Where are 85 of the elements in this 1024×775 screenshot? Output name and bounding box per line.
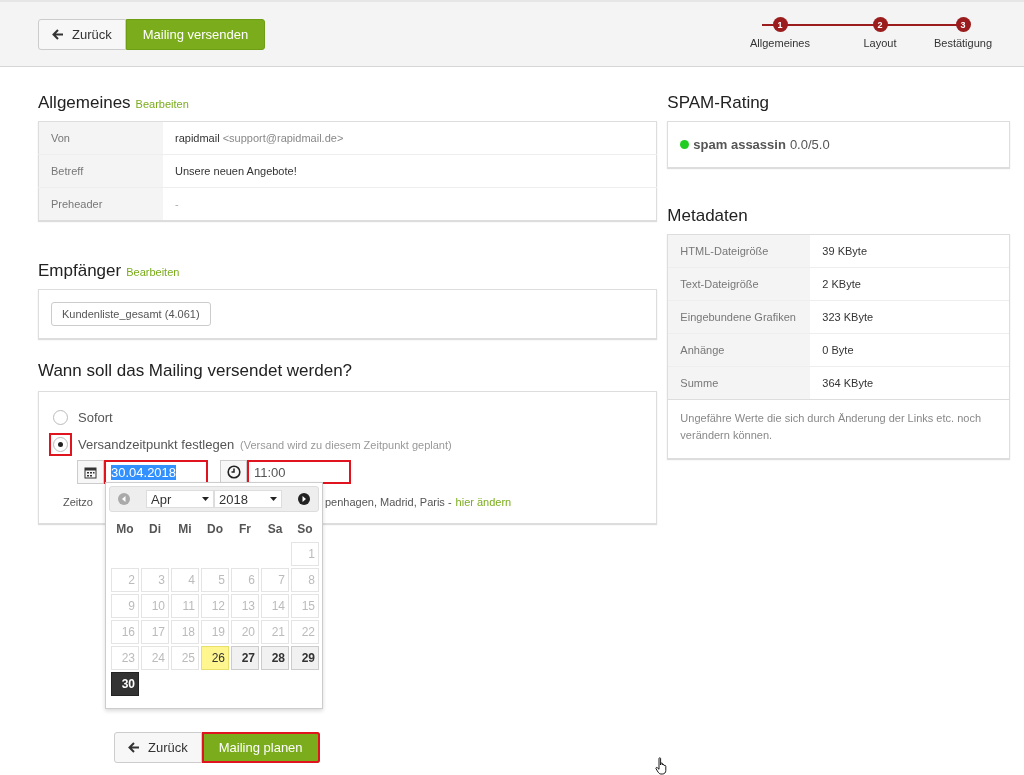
table-cell: rapidmail <support@rapidmail.de> <box>163 121 657 155</box>
calendar-day[interactable]: 29 <box>291 646 319 670</box>
step-label: Allgemeines <box>750 37 810 49</box>
table-label: HTML-Dateigröße <box>668 235 811 268</box>
calendar-day: 2 <box>111 568 139 592</box>
timezone-text: Zeitzo <box>63 496 93 508</box>
table-label: Von <box>38 121 163 155</box>
table-cell: - <box>163 187 657 221</box>
spam-checker-name: spam assassin <box>693 137 786 152</box>
calendar-day: 13 <box>231 594 259 618</box>
table-cell: 2 KByte <box>810 267 1009 301</box>
calendar-day[interactable]: 26 <box>201 646 229 670</box>
weekday-label: Mo <box>115 521 135 538</box>
arrow-left-icon <box>52 28 64 40</box>
table-cell: 364 KByte <box>810 366 1009 399</box>
calendar-day: 10 <box>141 594 169 618</box>
section-title: Allgemeines <box>38 93 131 113</box>
table-label: Eingebundene Grafiken <box>668 300 811 334</box>
table-cell: 39 KByte <box>810 235 1009 268</box>
calendar-day: 21 <box>261 620 289 644</box>
clock-icon[interactable] <box>220 460 247 484</box>
calendar-day: 12 <box>201 594 229 618</box>
metadata-note: Ungefähre Werte die sich durch Änderung der Links etc. noch verändern können. <box>668 399 1009 458</box>
weekday-label: Fr <box>238 521 252 538</box>
weekday-label: Do <box>206 521 224 538</box>
timezone-text: penhagen, Madrid, Paris - <box>325 496 452 508</box>
arrow-left-icon <box>128 742 140 753</box>
calendar-day: 7 <box>261 568 289 592</box>
calendar-day: 22 <box>291 620 319 644</box>
calendar-day: 3 <box>141 568 169 592</box>
calendar-day: 25 <box>171 646 199 670</box>
option-label: Versandzeitpunkt festlegen <box>78 437 235 452</box>
calendar-icon[interactable] <box>77 460 104 484</box>
calendar-day: 20 <box>231 620 259 644</box>
caret-icon <box>202 497 209 501</box>
caret-icon <box>270 497 277 501</box>
radio-button[interactable] <box>49 433 72 456</box>
calendar-day: 11 <box>171 594 199 618</box>
table-label: Summe <box>668 366 811 399</box>
calendar-day[interactable]: 28 <box>261 646 289 670</box>
weekday-label: Sa <box>266 521 284 538</box>
section-title: Metadaten <box>667 206 748 226</box>
back-button[interactable]: Zurück <box>114 732 202 763</box>
step-number: 2 <box>872 17 888 32</box>
calendar-day: 5 <box>201 568 229 592</box>
option-hint: (Versand wird zu diesem Zeitpunkt geplant) <box>240 438 452 451</box>
table-cell: 0 Byte <box>810 333 1009 367</box>
section-title: Empfänger <box>38 261 122 281</box>
calendar-day: 9 <box>111 594 139 618</box>
table-label: Betreff <box>38 154 163 188</box>
table-cell: 323 KByte <box>810 300 1009 334</box>
option-label: Sofort <box>78 410 113 425</box>
year-dropdown[interactable]: 2018 <box>214 490 282 508</box>
calendar-day: 8 <box>291 568 319 592</box>
section-title: Wann soll das Mailing versendet werden? <box>38 361 353 381</box>
weekday-label: Mi <box>177 521 193 538</box>
calendar-day: 16 <box>111 620 139 644</box>
calendar-day: 23 <box>111 646 139 670</box>
back-button[interactable]: Zurück <box>38 18 126 50</box>
weekday-label: So <box>296 521 314 538</box>
spam-score: 0.0/5.0 <box>789 137 830 152</box>
step-number: 1 <box>772 17 788 32</box>
weekday-label: Di <box>148 521 162 538</box>
table-label: Preheader <box>38 187 163 221</box>
calendar-day: 18 <box>171 620 199 644</box>
table-cell: Unsere neuen Angebote! <box>163 154 657 188</box>
recipient-list-tag: Kundenliste_gesamt (4.061) <box>51 302 211 326</box>
calendar-day: 14 <box>261 594 289 618</box>
section-title: SPAM-Rating <box>667 93 770 113</box>
calendar-day: 19 <box>201 620 229 644</box>
calendar-day: 17 <box>141 620 169 644</box>
calendar-day: 15 <box>291 594 319 618</box>
calendar-day: 4 <box>171 568 199 592</box>
table-label: Text-Dateigröße <box>668 267 811 301</box>
calendar-day: 24 <box>141 646 169 670</box>
table-label: Anhänge <box>668 333 811 367</box>
month-dropdown[interactable]: Apr <box>146 490 214 508</box>
step-label: Bestätigung <box>933 37 993 49</box>
next-month-icon[interactable] <box>298 493 310 505</box>
step-label: Layout <box>863 37 897 49</box>
step-number: 3 <box>955 17 971 32</box>
calendar-day[interactable]: 30 <box>111 672 139 696</box>
calendar-day[interactable]: 27 <box>231 646 259 670</box>
calendar-day: 1 <box>291 542 319 566</box>
calendar-day: 6 <box>231 568 259 592</box>
